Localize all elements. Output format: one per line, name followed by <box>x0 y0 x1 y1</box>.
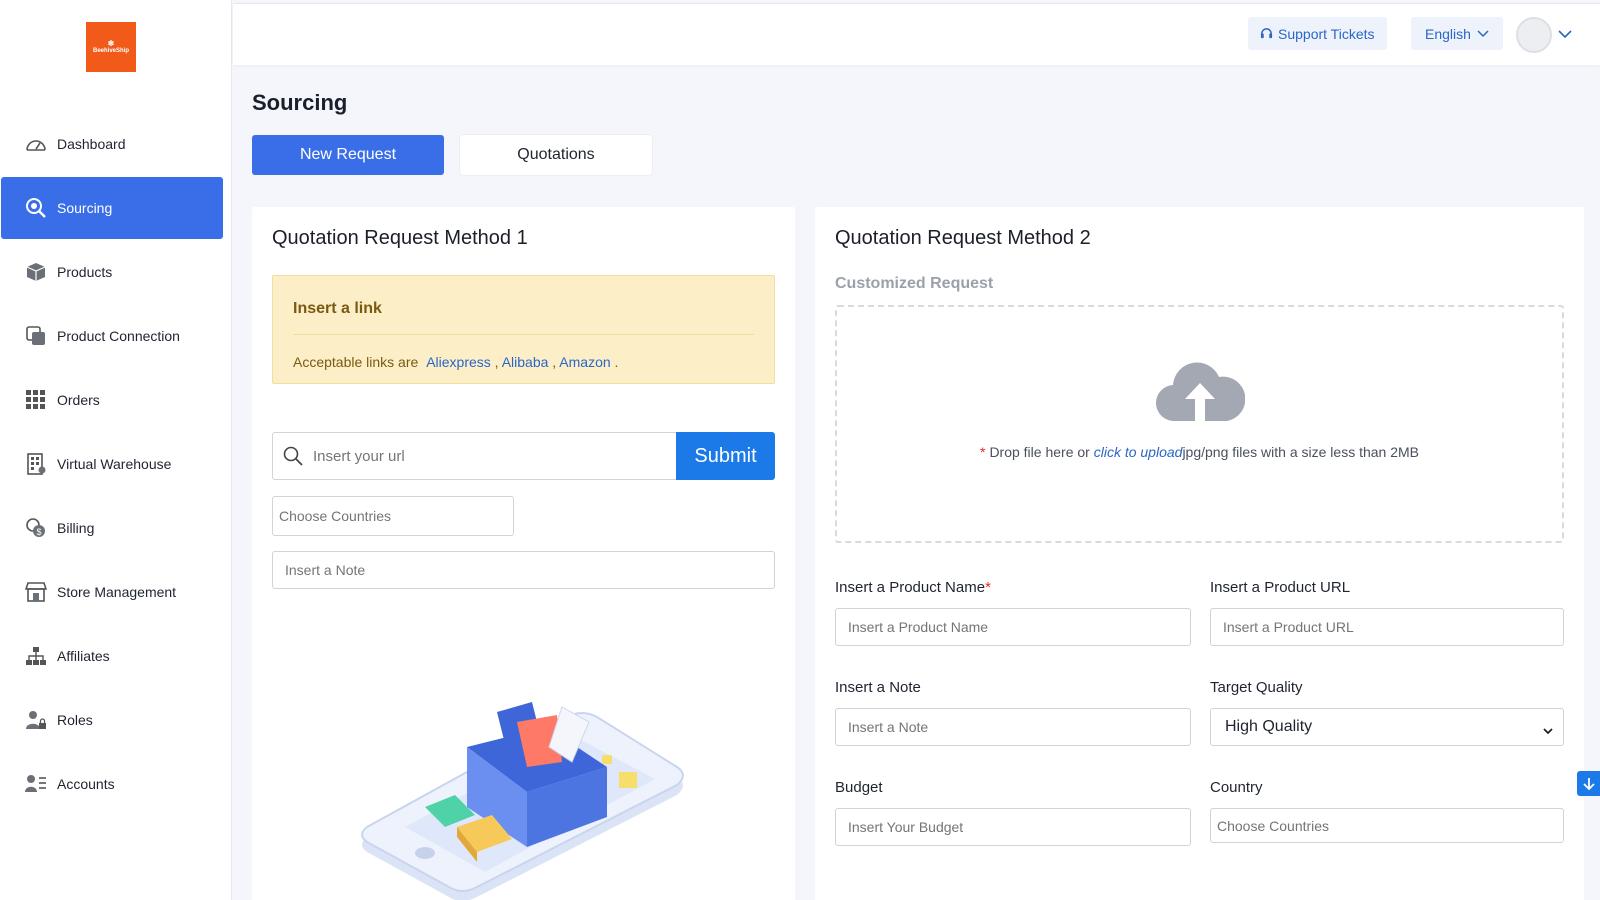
sidebar-item-label: Products <box>57 264 113 280</box>
user-list-icon <box>23 773 49 795</box>
product-url-input[interactable] <box>1210 608 1564 646</box>
sidebar-item-roles[interactable]: Roles <box>1 689 223 751</box>
drop-text-after: jpg/png files with a size less than 2MB <box>1182 444 1420 460</box>
drop-text: * Drop file here or click to uploadjpg/pn… <box>837 444 1562 460</box>
budget-label: Budget <box>835 779 883 796</box>
search-icon <box>23 197 49 219</box>
headset-icon <box>1260 27 1273 40</box>
avatar[interactable] <box>1516 17 1552 53</box>
sidebar-item-billing[interactable]: $ Billing <box>1 497 223 559</box>
arrow-down-icon <box>1582 777 1595 791</box>
sidebar-item-orders[interactable]: Orders <box>1 369 223 431</box>
sidebar-item-label: Roles <box>57 712 93 728</box>
alert-text-label: Acceptable links are <box>293 354 419 370</box>
building-icon <box>23 453 49 475</box>
phone-box-illustration <box>361 702 684 900</box>
budget-input[interactable] <box>835 808 1191 846</box>
sidebar-item-product-connection[interactable]: Product Connection <box>1 305 223 367</box>
alert-text: Acceptable links are Aliexpress , Alibab… <box>293 354 619 370</box>
sidebar-item-label: Affiliates <box>57 648 110 664</box>
sidebar-item-label: Orders <box>57 392 100 408</box>
country-label: Country <box>1210 779 1263 796</box>
note-label: Insert a Note <box>835 679 921 696</box>
product-name-input[interactable] <box>835 608 1191 646</box>
tab-quotations[interactable]: Quotations <box>460 135 652 175</box>
chevron-down-icon <box>1543 722 1553 740</box>
customized-request-label: Customized Request <box>835 275 994 292</box>
sidebar-item-label: Accounts <box>57 776 115 792</box>
url-input[interactable] <box>313 433 663 479</box>
submit-button[interactable]: Submit <box>676 432 775 480</box>
language-selector[interactable]: English <box>1411 17 1503 50</box>
page-title: Sourcing <box>252 90 348 115</box>
insert-link-alert: Insert a link Acceptable links are Aliex… <box>272 275 775 384</box>
method2-title: Quotation Request Method 2 <box>835 227 1091 249</box>
link-amazon[interactable]: Amazon <box>559 354 610 370</box>
sidebar-item-label: Store Management <box>57 584 177 600</box>
user-lock-icon <box>23 709 49 731</box>
sidebar-item-label: Sourcing <box>57 200 113 216</box>
sidebar-item-virtual-warehouse[interactable]: Virtual Warehouse <box>1 433 223 495</box>
target-quality-select[interactable]: High Quality <box>1210 708 1564 746</box>
sidebar-item-label: Virtual Warehouse <box>57 456 172 472</box>
alert-title: Insert a link <box>293 300 382 317</box>
chevron-down-icon[interactable] <box>1558 26 1572 44</box>
method1-card: Quotation Request Method 1 Insert a link… <box>252 207 795 900</box>
sidebar: ❄ BeehiveShip Dashboard Sourcing Product… <box>0 0 232 900</box>
svg-text:$: $ <box>36 527 41 537</box>
drop-text-before: Drop file here or <box>989 444 1090 460</box>
target-quality-value: High Quality <box>1225 718 1313 735</box>
divider <box>293 334 754 335</box>
copy-icon <box>23 325 49 347</box>
sidebar-item-dashboard[interactable]: Dashboard <box>1 113 223 175</box>
dashboard-icon <box>23 133 49 155</box>
sidebar-item-accounts[interactable]: Accounts <box>1 753 223 815</box>
sidebar-item-label: Product Connection <box>57 328 180 344</box>
sidebar-item-products[interactable]: Products <box>1 241 223 303</box>
product-url-label: Insert a Product URL <box>1210 579 1351 596</box>
sidebar-item-sourcing[interactable]: Sourcing <box>1 177 223 239</box>
sidebar-item-label: Billing <box>57 520 95 536</box>
click-to-upload-link[interactable]: click to upload <box>1094 444 1183 460</box>
country-select[interactable] <box>1210 808 1564 843</box>
upload-dropzone[interactable]: * Drop file here or click to uploadjpg/pn… <box>835 305 1564 543</box>
url-input-group <box>272 432 676 480</box>
cloud-upload-icon <box>1155 362 1245 422</box>
product-name-label: Insert a Product Name* <box>835 579 991 596</box>
search-icon <box>283 446 303 471</box>
note-input[interactable] <box>835 708 1191 746</box>
tab-new-request[interactable]: New Request <box>252 135 444 175</box>
target-quality-label: Target Quality <box>1210 679 1303 696</box>
scroll-down-button[interactable] <box>1577 771 1600 796</box>
box-icon <box>23 261 49 283</box>
sidebar-item-label: Dashboard <box>57 136 126 152</box>
coins-icon: $ <box>23 517 49 539</box>
brand-logo[interactable]: ❄ BeehiveShip <box>86 22 136 72</box>
link-aliexpress[interactable]: Aliexpress <box>426 354 491 370</box>
note-input[interactable] <box>272 551 775 589</box>
link-alibaba[interactable]: Alibaba <box>502 354 549 370</box>
method1-title: Quotation Request Method 1 <box>272 227 528 249</box>
support-tickets-button[interactable]: Support Tickets <box>1248 17 1387 50</box>
sidebar-item-store-management[interactable]: Store Management <box>1 561 223 623</box>
top-bar: Support Tickets English <box>233 3 1600 65</box>
hierarchy-icon <box>23 645 49 667</box>
choose-countries-select[interactable] <box>272 496 514 536</box>
store-icon <box>23 581 49 603</box>
grid-icon <box>23 389 49 411</box>
support-tickets-label: Support Tickets <box>1278 25 1375 42</box>
language-label: English <box>1425 25 1471 42</box>
sidebar-item-affiliates[interactable]: Affiliates <box>1 625 223 687</box>
brand-logo-text: BeehiveShip <box>92 48 129 54</box>
required-mark: * <box>979 444 986 460</box>
method2-card: Quotation Request Method 2 Customized Re… <box>815 207 1584 900</box>
chevron-down-icon <box>1477 29 1489 38</box>
